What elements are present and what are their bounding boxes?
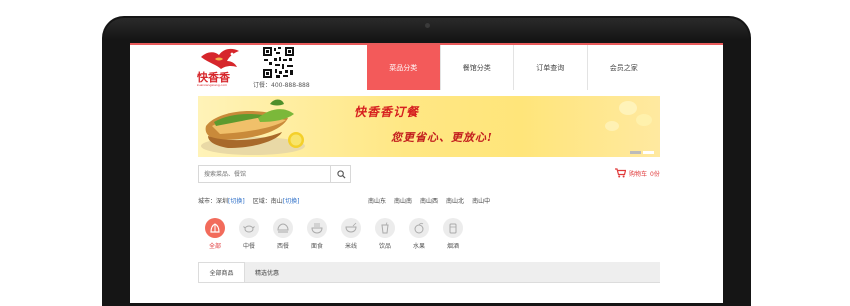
area-link[interactable]: 南山东 [368, 196, 386, 205]
drink-icon [375, 218, 395, 238]
city-label: 城市： [198, 198, 217, 205]
city-value: 深圳 [216, 198, 229, 205]
logo-subtext: kuaixiangxiang.com [197, 83, 228, 87]
category-label: 中餐 [242, 243, 255, 250]
shopping-cart-icon [615, 168, 626, 178]
promo-banner[interactable]: 快香香订餐 您更省心、更放心! [198, 96, 660, 157]
tab-all-products[interactable]: 全部商品 [198, 262, 245, 282]
search-button[interactable] [330, 166, 352, 182]
category-drinks[interactable]: 饮品 [368, 218, 402, 250]
location-filter: 城市： 深圳 [切换] 区域： 南山 [切换] [198, 196, 299, 205]
search-icon [337, 169, 346, 179]
category-icons: 全部 中餐 西餐 面食 米线 饮品 水果 烟酒 [198, 218, 470, 250]
search-input[interactable] [199, 166, 335, 182]
noodle-icon [307, 218, 327, 238]
lemon-decoration-icon [605, 101, 652, 131]
category-rice-noodles[interactable]: 米线 [334, 218, 368, 250]
camera-icon [425, 23, 430, 28]
area-link[interactable]: 南山南 [394, 196, 412, 205]
western-food-icon [273, 218, 293, 238]
slider-dot[interactable] [630, 151, 641, 154]
fruit-icon [409, 218, 429, 238]
district-switch-link[interactable]: [切换] [283, 196, 300, 205]
category-label: 水果 [412, 243, 425, 250]
monitor-bezel-highlight [104, 18, 749, 40]
category-chinese[interactable]: 中餐 [232, 218, 266, 250]
city-switch-link[interactable]: [切换] [228, 196, 245, 205]
rice-noodle-bowl-icon [341, 218, 361, 238]
district-value: 南山 [270, 198, 283, 205]
order-phone: 订餐：400-888-888 [253, 82, 310, 89]
category-label: 面食 [310, 243, 323, 250]
area-link[interactable]: 南山西 [420, 196, 438, 205]
slider-dots[interactable] [630, 151, 654, 154]
area-link[interactable]: 南山北 [446, 196, 464, 205]
area-link[interactable]: 南山中 [472, 196, 490, 205]
nav-member-home[interactable]: 会员之家 [586, 45, 660, 90]
main-nav: 菜品分类 餐馆分类 订单查询 会员之家 [367, 45, 660, 90]
category-label: 西餐 [276, 243, 289, 250]
banner-title: 快香香订餐 [354, 105, 420, 119]
category-label: 米线 [344, 243, 357, 250]
cart-label: 购物车 [629, 170, 648, 178]
tab-featured-deals[interactable]: 精选优惠 [245, 262, 289, 282]
category-noodles[interactable]: 面食 [300, 218, 334, 250]
nav-restaurant-categories[interactable]: 餐馆分类 [439, 45, 513, 90]
banner-slogan: 您更省心、更放心! [391, 131, 493, 144]
tobacco-wine-icon [443, 218, 463, 238]
category-western[interactable]: 西餐 [266, 218, 300, 250]
all-icon [205, 218, 225, 238]
cart-count: 0份 [650, 170, 660, 178]
category-tobacco-wine[interactable]: 烟酒 [436, 218, 470, 250]
category-label: 全部 [208, 243, 221, 250]
category-fruit[interactable]: 水果 [402, 218, 436, 250]
slider-dot[interactable] [643, 151, 654, 154]
district-label: 区域： [252, 198, 271, 205]
product-tabs: 全部商品 精选优惠 [198, 262, 660, 283]
search-box [198, 165, 351, 183]
category-label: 饮品 [378, 243, 391, 250]
browser-screen: 快香香 kuaixiangxiang.com 订餐：400-888-888 菜品… [130, 43, 723, 303]
qr-code-icon [262, 46, 295, 79]
area-list: 南山东 南山南 南山西 南山北 南山中 [368, 196, 490, 205]
chicken-icon [239, 218, 259, 238]
category-all[interactable]: 全部 [198, 218, 232, 250]
cart-link[interactable]: 购物车 0份 [615, 168, 660, 178]
nav-order-query[interactable]: 订单查询 [513, 45, 587, 90]
category-label: 烟酒 [446, 243, 459, 250]
sandwich-image [201, 99, 305, 155]
nav-dish-categories[interactable]: 菜品分类 [367, 45, 440, 90]
